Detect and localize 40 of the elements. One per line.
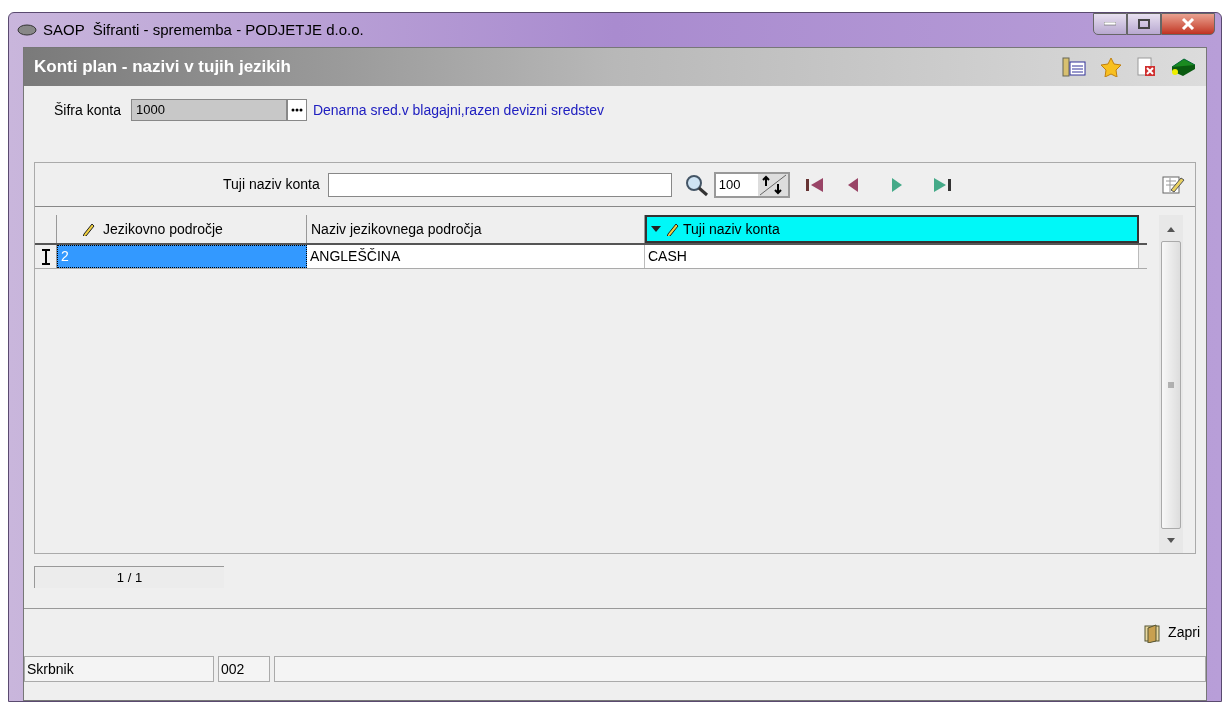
- close-button[interactable]: Zapri: [1142, 622, 1200, 643]
- maximize-icon: [1138, 19, 1150, 29]
- minimize-icon: [1104, 22, 1116, 26]
- search-icon[interactable]: [683, 172, 710, 197]
- edit-grid-icon[interactable]: [1161, 173, 1185, 196]
- window-title: SAOP Šifranti - sprememba - PODJETJE d.o.o.: [43, 19, 364, 40]
- browse-button[interactable]: [286, 99, 307, 121]
- form-title: Konti plan - nazivi v tujih jezikih: [34, 56, 291, 79]
- star-icon[interactable]: [1100, 57, 1122, 77]
- document-delete-icon[interactable]: [1136, 57, 1156, 77]
- field-label: Šifra konta: [54, 100, 121, 120]
- table-cell[interactable]: CASH: [645, 245, 1139, 268]
- search-field[interactable]: [327, 172, 672, 197]
- edit-cursor-icon: [40, 248, 51, 265]
- vertical-scrollbar[interactable]: [1159, 215, 1183, 553]
- account-code-field[interactable]: 1000: [130, 99, 287, 121]
- minimize-button[interactable]: [1093, 13, 1127, 35]
- last-record-icon[interactable]: [931, 175, 954, 194]
- status-field: 002: [218, 656, 270, 682]
- first-record-icon[interactable]: [803, 175, 826, 194]
- search-label: Tuji naziv konta: [223, 175, 320, 194]
- column-list-icon[interactable]: [1062, 57, 1086, 77]
- record-counter: 1 / 1: [34, 566, 224, 588]
- scroll-up-icon[interactable]: [1166, 225, 1176, 233]
- scroll-down-icon[interactable]: [1166, 537, 1176, 545]
- ellipsis-icon: [290, 108, 303, 112]
- spinner-arrows-icon[interactable]: [757, 173, 788, 196]
- close-icon: [1181, 18, 1195, 30]
- account-description: Denarna sred.v blagajni,razen devizni sredstev: [312, 100, 604, 120]
- column-header[interactable]: Jezikovno področje: [57, 215, 307, 243]
- grip-icon: [1167, 381, 1175, 389]
- table-cell[interactable]: ANGLEŠČINA: [307, 245, 645, 268]
- app-icon: [17, 24, 37, 36]
- close-button[interactable]: [1161, 13, 1215, 35]
- page-size-spinner[interactable]: 100: [713, 171, 790, 198]
- sort-arrow-icon: [651, 225, 661, 233]
- column-header[interactable]: Tuji naziv konta: [645, 215, 1139, 243]
- status-field: Skrbnik: [24, 656, 214, 682]
- scrollbar-thumb[interactable]: [1161, 241, 1181, 529]
- maximize-button[interactable]: [1127, 13, 1161, 35]
